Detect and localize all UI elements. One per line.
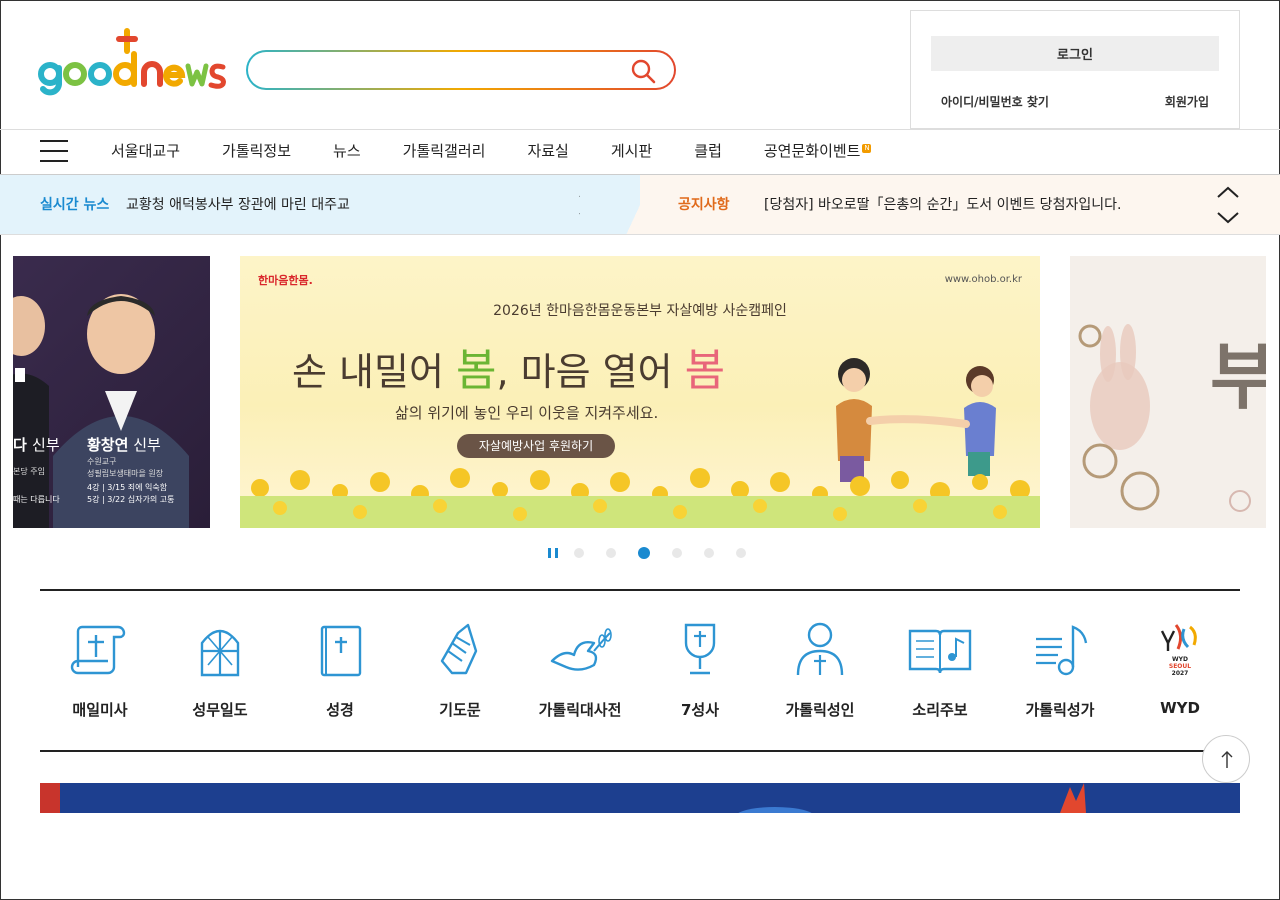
nav-item-events-label: 공연문화이벤트 [763,142,861,160]
chevron-up-icon[interactable] [579,186,601,198]
goodnews-logo[interactable] [38,28,228,98]
dove-icon [550,628,612,671]
wyd-logo-icon: WYD SEOUL 2027 [1160,624,1197,677]
slide-left-desc: 수원교구 성필립보생태마을 원장 [87,457,164,478]
slide-left-partial-name: 다 신부 [13,436,60,454]
login-button[interactable]: 로그인 [931,36,1219,71]
notice-ticker: 공지사항 [당첨자] 바오로딸「은총의 순간」도서 이벤트 당첨자입니다. [640,175,1280,234]
join-link[interactable]: 회원가입 [1165,93,1209,110]
arrow-up-icon [1221,751,1233,768]
spring-flowers-illustration [240,358,1040,528]
wyd-logo-line1: WYD [1172,656,1188,663]
quick-item-label: 소리주보 [912,701,968,719]
pause-icon[interactable] [548,548,558,558]
wyd-logo-line2: SEOUL [1169,663,1191,670]
search-input[interactable] [266,60,626,82]
slide-left-partial-desc: 본당 주임 [13,467,45,476]
quick-item-wyd[interactable]: WYD SEOUL 2027 WYD [1120,621,1240,720]
bottom-banner-art [40,783,1086,813]
quick-item-label: 가톨릭대사전 [538,701,622,719]
nav-item-archive[interactable]: 자료실 [506,130,589,174]
quick-item-label: 매일미사 [72,701,128,719]
nav-item-club[interactable]: 클럽 [673,130,743,174]
quick-item-hymns[interactable]: 가톨릭성가 [1000,621,1120,720]
chalice-icon [684,623,716,675]
nav-item-events[interactable]: 공연문화이벤트 N [743,130,893,174]
chevron-down-icon[interactable] [1217,212,1239,224]
slide-right-text: 부 [1210,335,1266,419]
scroll-cross-icon [70,625,126,675]
nav-item-gallery[interactable]: 가톨릭갤러리 [382,130,507,174]
carousel-dot[interactable] [606,548,616,558]
bible-icon [320,625,362,677]
chevron-up-icon[interactable] [1217,186,1239,198]
quick-item-audio-bulletin[interactable]: 소리주보 [880,621,1000,720]
open-book-music-icon [908,629,972,674]
carousel-dot[interactable] [672,548,682,558]
wyd-logo-line3: 2027 [1172,670,1189,677]
quick-item-daily-mass[interactable]: 매일미사 [40,621,160,720]
quick-item-label: 가톨릭성가 [1025,701,1095,719]
slide-left-partial-lecture: 때는 다릅니다 [13,495,60,504]
main-nav: 서울대교구 가톨릭정보 뉴스 가톨릭갤러리 자료실 게시판 클럽 공연문화이벤트… [0,130,1280,175]
search-bar [246,50,676,90]
quick-item-dictionary[interactable]: 가톨릭대사전 [520,621,640,720]
ticker-bar: 실시간 뉴스 교황청 애덕봉사부 장관에 마린 대주교 공지사항 [당첨자] 바… [0,175,1280,235]
nav-item-news[interactable]: 뉴스 [312,130,382,174]
find-id-password-link[interactable]: 아이디/비밀번호 찾기 [941,93,1049,110]
quick-item-label: 7성사 [680,701,720,719]
quick-item-label: 기도문 [439,701,481,719]
notice-ticker-text[interactable]: [당첨자] 바오로딸「은총의 순간」도서 이벤트 당첨자입니다. [764,194,1121,214]
news-ticker-arrows [579,186,601,224]
news-ticker-text[interactable]: 교황청 애덕봉사부 장관에 마린 대주교 [126,194,350,214]
header: 로그인 아이디/비밀번호 찾기 회원가입 [0,0,1280,130]
slide-left-lectures: 4강 | 3/15 죄에 익숙함 5강 | 3/22 십자가의 고통 [87,483,175,504]
quick-item-sacraments[interactable]: 7성사 [640,621,760,720]
quick-item-prayers[interactable]: 기도문 [400,621,520,720]
quick-item-saints[interactable]: 가톨릭성인 [760,621,880,720]
login-box: 로그인 아이디/비밀번호 찾기 회원가입 [910,10,1240,129]
new-badge: N [862,144,872,153]
quick-item-bible[interactable]: 성경 [280,621,400,720]
carousel-dot-active[interactable] [638,547,650,559]
bottom-banner[interactable] [40,783,1240,813]
slide-current[interactable]: 한마음한몸. www.ohob.or.kr 2026년 한마음한몸운동본부 자살… [240,256,1040,528]
quick-item-label: 가톨릭성인 [785,701,855,719]
stained-glass-icon [200,629,240,677]
search-icon[interactable] [630,58,656,84]
notice-ticker-arrows [1217,186,1239,224]
praying-hands-icon [440,623,478,675]
carousel-dot[interactable] [704,548,714,558]
menu-icon[interactable] [40,140,68,164]
carousel-dot[interactable] [574,548,584,558]
music-note-icon [1036,625,1088,676]
carousel-pagination [548,547,768,559]
nav-item-seoul-diocese[interactable]: 서울대교구 [90,130,201,174]
saint-icon [796,622,844,676]
chevron-down-icon[interactable] [579,212,601,224]
slide-next[interactable]: 부 [1070,256,1266,528]
quick-item-label: 성경 [326,701,354,719]
nav-item-board[interactable]: 게시판 [590,130,673,174]
quick-item-label: WYD [1160,699,1200,717]
quick-item-liturgy-hours[interactable]: 성무일도 [160,621,280,720]
slide-prev[interactable]: 다 신부 황창연 신부 수원교구 성필립보생태마을 원장 본당 주임 4강 | 3… [13,256,210,528]
news-ticker: 실시간 뉴스 교황청 애덕봉사부 장관에 마린 대주교 [0,175,700,234]
scroll-top-button[interactable] [1202,735,1250,783]
notice-ticker-label: 공지사항 [678,197,730,213]
quick-item-label: 성무일도 [192,701,248,719]
quick-menu: 매일미사 성무일도 성경 기도문 가톨릭대사전 7성사 가톨릭성인 소리주보 가… [40,589,1240,752]
slide-left-name: 황창연 신부 [87,436,161,454]
carousel-dot[interactable] [736,548,746,558]
news-ticker-label: 실시간 뉴스 [40,197,110,213]
nav-item-catholic-info[interactable]: 가톨릭정보 [201,130,312,174]
